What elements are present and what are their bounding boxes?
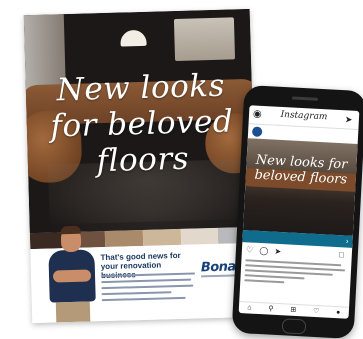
home-button[interactable] [281,318,307,335]
person-hair [60,225,81,235]
home-icon[interactable]: ⌂ [247,302,252,314]
add-icon[interactable]: ⊞ [290,305,296,317]
camera-icon[interactable]: ◉ [253,108,264,120]
post-actions: ♡ ◯ ➤ □ [246,245,348,260]
send-icon[interactable]: ➤ [345,114,356,125]
person-arms [52,269,92,283]
fine-print [101,272,196,306]
search-icon[interactable]: ⚲ [268,304,274,316]
account-name[interactable] [265,128,345,132]
activity-icon[interactable]: ♡ [313,306,320,318]
post-caption [244,259,346,289]
profile-icon[interactable]: ● [336,307,341,319]
caption-line [244,274,305,280]
bottom-nav: ⌂ ⚲ ⊞ ♡ ● [238,300,350,319]
fine-print-line [101,278,192,284]
swatch [105,229,144,248]
fine-print-line [101,284,194,290]
avatar[interactable] [251,126,263,137]
share-icon[interactable]: ➤ [274,247,281,256]
flyer-photo: New looks for beloved floors [23,8,259,234]
fine-print-line [101,296,186,302]
lamp [120,29,147,47]
post-image[interactable]: New looks for beloved floors [242,138,358,236]
swatch [180,227,219,245]
phone-speaker [291,96,319,101]
comment-icon[interactable]: ◯ [259,246,268,255]
caption-line [244,279,285,284]
smartphone: ◉ Instagram ➤ New looks for beloved floo… [231,84,363,339]
flyer-headline: New looks for beloved floors [49,67,234,180]
heart-icon[interactable]: ♡ [246,245,254,254]
wall-shelf [173,17,236,62]
fine-print-line [101,291,172,296]
post-headline: New looks for beloved floors [254,152,348,188]
marketing-collage: New looks for beloved floors That's good… [0,0,363,339]
flyer-footer: That's good news for your renovation bus… [30,225,259,324]
swatch [142,228,181,246]
chevron-right-icon: › [345,236,349,246]
bookmark-icon[interactable]: □ [339,250,344,260]
person-photo [48,225,97,323]
app-title: Instagram [280,109,328,123]
print-flyer: New looks for beloved floors That's good… [23,8,259,324]
phone-screen: ◉ Instagram ➤ New looks for beloved floo… [238,105,360,319]
person-pants [55,301,91,323]
